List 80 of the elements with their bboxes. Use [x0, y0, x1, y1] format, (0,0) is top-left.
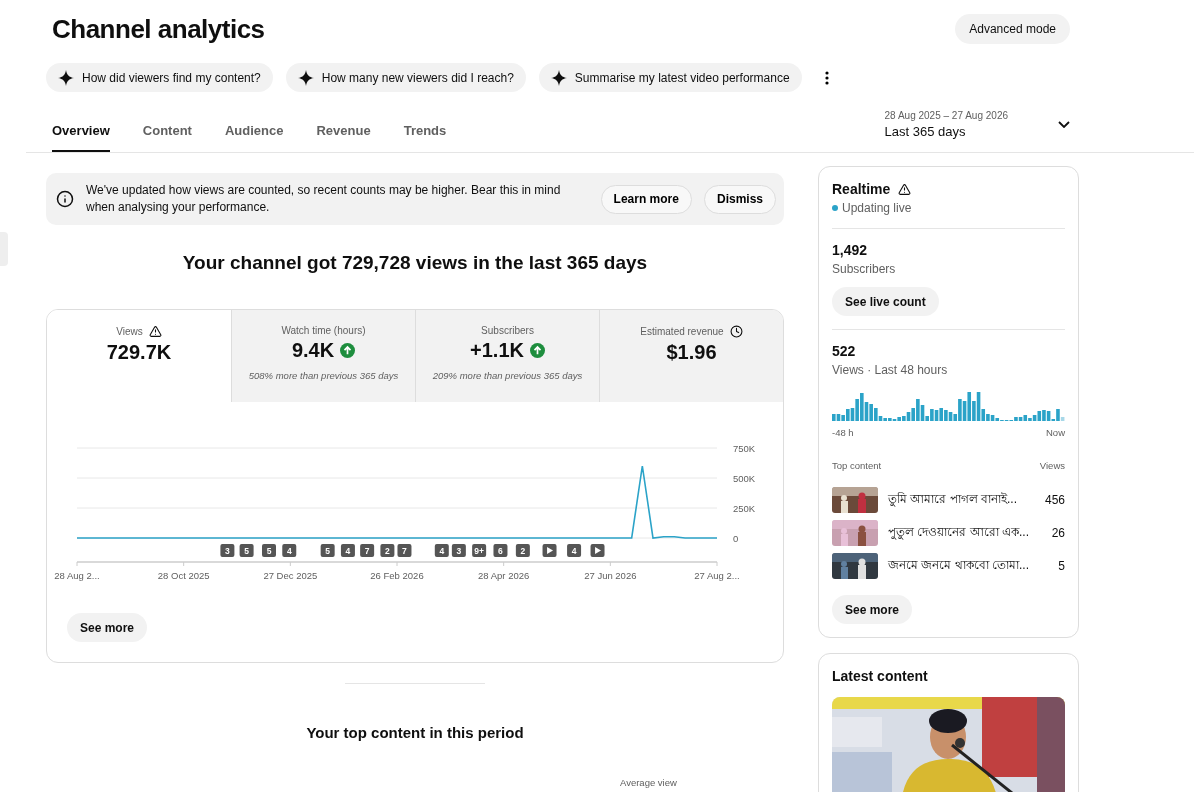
- card-title: Latest content: [832, 668, 929, 684]
- x-tick-label: 28 Apr 2026: [478, 570, 530, 581]
- sparkle-icon: [297, 69, 314, 86]
- video-title[interactable]: জনমে জনমে থাকবো তোমা...: [888, 555, 1049, 576]
- notice-text: We've updated how views are counted, so recent counts may be higher. Bear this in mind when analysing your performance.: [86, 182, 562, 216]
- x-tick-label: 28 Oct 2025: [157, 570, 210, 581]
- x-tick-label: 27 Dec 2025: [263, 570, 318, 581]
- nav-tab[interactable]: Audience: [224, 123, 284, 152]
- event-marker[interactable]: 7: [397, 544, 412, 557]
- x-tick-label: 27 Aug 2...: [694, 570, 740, 581]
- axis-label: Now: [1046, 427, 1065, 438]
- stat-label: Views · Last 48 hours: [832, 363, 949, 377]
- y-tick-label: 750K: [733, 443, 756, 454]
- video-title[interactable]: তুমি আমারে পাগল বানাই...: [888, 489, 1035, 510]
- view-count: 456: [1044, 492, 1065, 507]
- card-title: Realtime: [832, 181, 891, 197]
- column-header: Average view: [620, 777, 678, 788]
- view-count: 5: [1058, 558, 1065, 573]
- y-tick-label: 500K: [733, 473, 756, 484]
- live-count-button[interactable]: See live count: [832, 287, 939, 316]
- stat-label: Subscribers: [832, 262, 897, 276]
- view-count: 26: [1051, 525, 1065, 540]
- axis-label: -48 h: [832, 427, 854, 438]
- event-marker[interactable]: 2: [515, 544, 530, 557]
- trend-up-icon: [340, 343, 356, 358]
- event-marker[interactable]: 5: [239, 544, 254, 557]
- suggestion-chip[interactable]: How did viewers find my content?: [46, 63, 273, 92]
- event-marker[interactable]: 4: [567, 544, 582, 557]
- clock-icon: [729, 325, 743, 338]
- video-marker[interactable]: [590, 544, 605, 557]
- trend-up-icon: [529, 343, 545, 358]
- event-marker[interactable]: 7: [360, 544, 375, 557]
- see-more-button[interactable]: See more: [832, 595, 913, 624]
- info-icon: [56, 190, 74, 208]
- chevron-down-icon: [1058, 121, 1070, 128]
- notice-button[interactable]: Dismiss: [703, 184, 776, 214]
- nav-tab[interactable]: Overview: [52, 123, 110, 152]
- nav-tab[interactable]: Content: [142, 123, 192, 152]
- subscriber-count: 1,492: [832, 242, 869, 258]
- event-marker[interactable]: 9+: [472, 544, 487, 557]
- metric-tab[interactable]: Subscribers +1.1K 209% more than previous 365 days: [415, 310, 599, 402]
- section-title: Your top content in this period: [305, 724, 525, 741]
- warning-icon: [898, 182, 912, 196]
- live-dot-icon: [832, 205, 838, 211]
- sparkle-icon: [58, 69, 74, 86]
- metric-tab[interactable]: Estimated revenue $1.96: [599, 310, 783, 402]
- notice-button[interactable]: Learn more: [600, 184, 692, 214]
- list-header: Top content: [832, 460, 882, 471]
- nav-tab[interactable]: Trends: [403, 123, 447, 152]
- suggestion-chip[interactable]: Summarise my latest video performance: [538, 63, 802, 92]
- event-marker[interactable]: 4: [340, 544, 355, 557]
- event-marker[interactable]: 2: [380, 544, 395, 557]
- video-title[interactable]: পুতুল দেওয়ানের আরো এক...: [888, 522, 1042, 543]
- page-title: Channel analytics: [52, 14, 265, 45]
- advanced-mode-button[interactable]: Advanced mode: [955, 14, 1070, 44]
- date-range-picker[interactable]: 28 Aug 2025 – 27 Aug 2026 Last 365 days: [884, 110, 1070, 152]
- event-marker[interactable]: 3: [220, 544, 235, 557]
- event-marker[interactable]: 4: [282, 544, 297, 557]
- views-count: 522: [832, 343, 857, 359]
- see-more-button[interactable]: See more: [67, 613, 148, 642]
- list-header: Views: [1039, 460, 1065, 471]
- nav-tab[interactable]: Revenue: [316, 123, 371, 152]
- event-marker[interactable]: 4: [434, 544, 449, 557]
- warning-icon: [148, 325, 162, 338]
- suggestion-chip[interactable]: How many new viewers did I reach?: [285, 63, 526, 92]
- sparkle-icon: [550, 69, 567, 86]
- y-tick-label: 250K: [733, 503, 756, 514]
- more-icon[interactable]: [824, 70, 829, 85]
- headline: Your channel got 729,728 views in the last 365 days: [181, 252, 649, 274]
- x-tick-label: 28 Aug 2...: [54, 570, 100, 581]
- x-tick-label: 26 Feb 2026: [370, 570, 424, 581]
- metric-tab[interactable]: Watch time (hours) 9.4K 508% more than previous 365 days: [231, 310, 415, 402]
- x-tick-label: 27 Jun 2026: [584, 570, 637, 581]
- event-marker[interactable]: 5: [320, 544, 335, 557]
- video-marker[interactable]: [542, 544, 557, 557]
- status-text: Updating live: [842, 201, 912, 215]
- event-marker[interactable]: 3: [451, 544, 466, 557]
- event-marker[interactable]: 5: [262, 544, 276, 557]
- y-tick-label: 0: [733, 533, 739, 544]
- event-marker[interactable]: 6: [493, 544, 508, 557]
